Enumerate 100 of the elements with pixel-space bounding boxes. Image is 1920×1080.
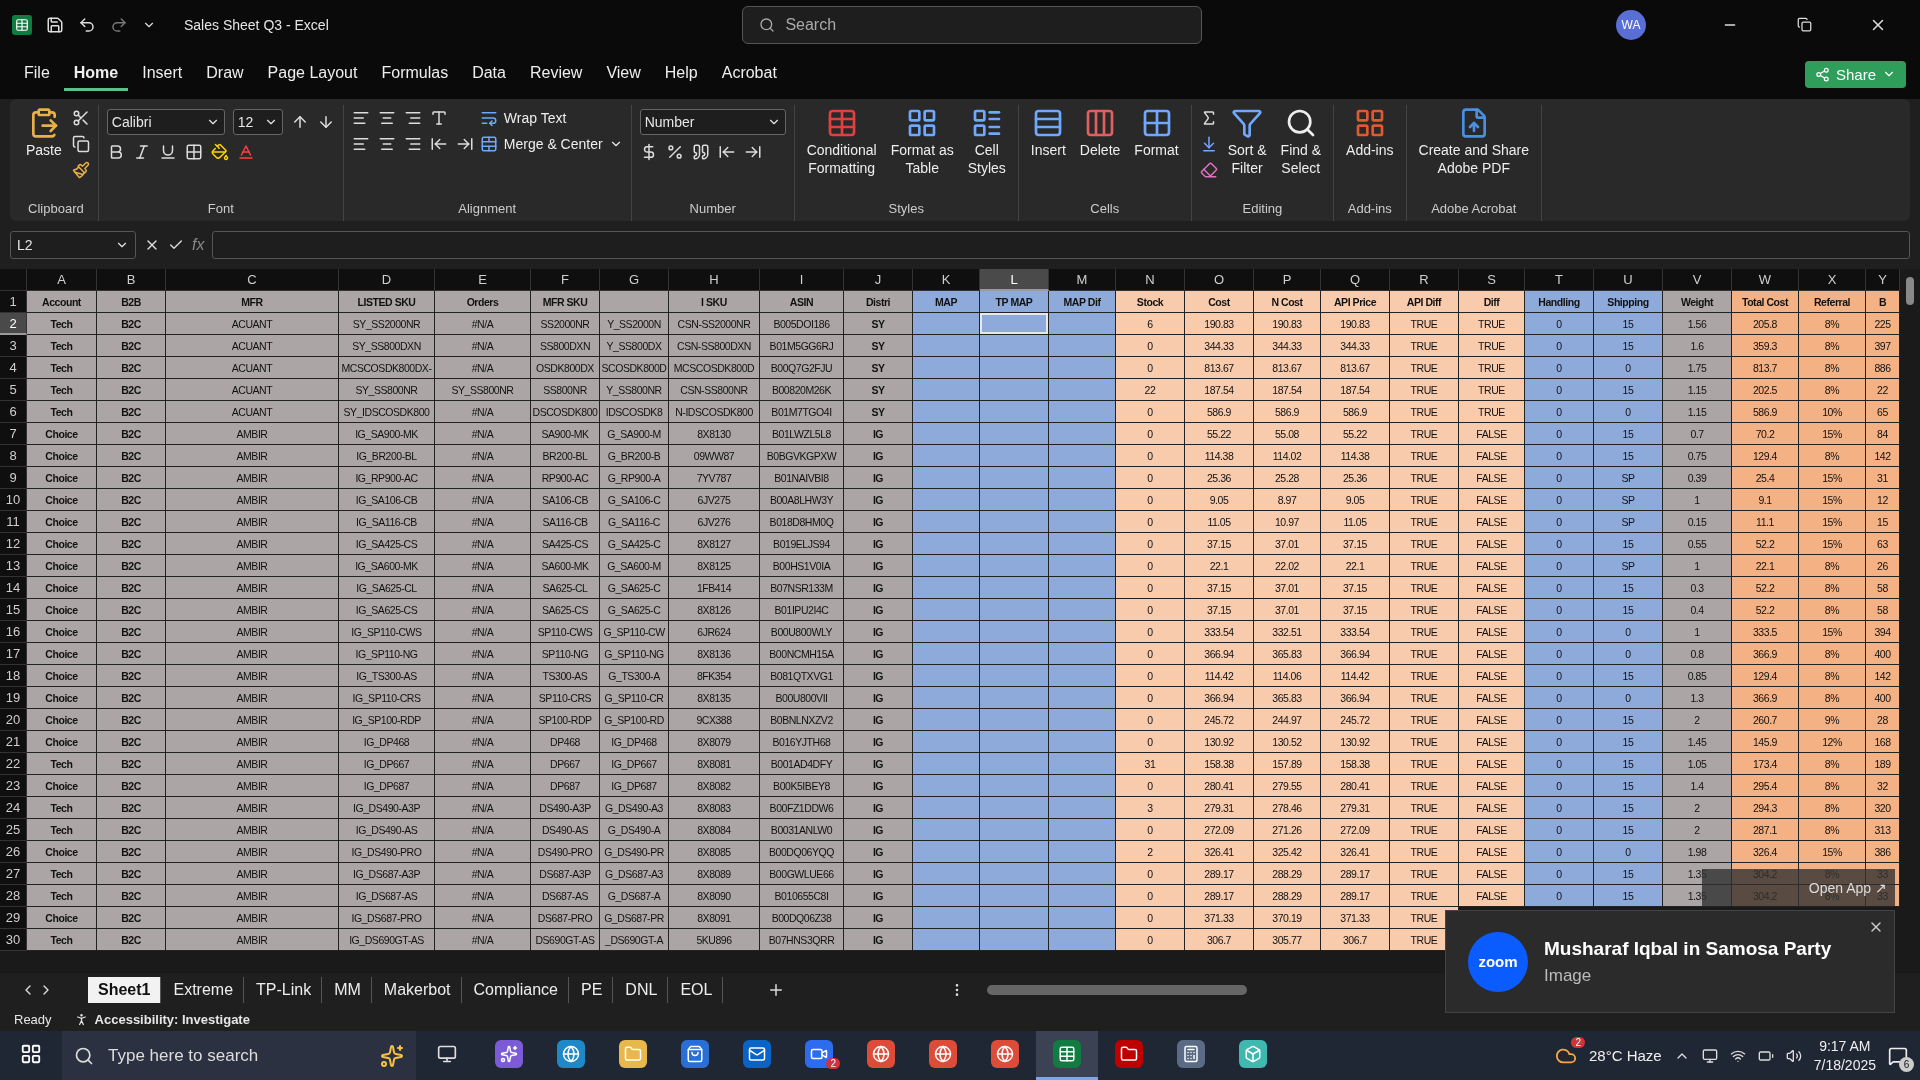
column-header[interactable]: V xyxy=(1663,269,1732,291)
column-header[interactable]: C xyxy=(166,269,339,291)
row-header[interactable]: 3 xyxy=(0,335,27,357)
number-format-field[interactable]: Number xyxy=(639,109,786,135)
underline-icon[interactable] xyxy=(158,143,177,161)
weather-text[interactable]: 28°C Haze xyxy=(1589,1047,1662,1064)
align-left-icon[interactable] xyxy=(351,135,370,153)
save-icon[interactable] xyxy=(46,15,64,34)
row-header[interactable]: 12 xyxy=(0,533,27,555)
copy-icon[interactable] xyxy=(71,135,90,153)
row-header[interactable]: 26 xyxy=(0,841,27,863)
taskbar-search-field[interactable]: Type here to search xyxy=(62,1031,416,1080)
sheet-tab[interactable]: DNL xyxy=(615,977,669,1003)
sheet-tab[interactable]: Extreme xyxy=(163,977,245,1003)
sheet-tab[interactable]: EOL xyxy=(670,977,724,1003)
create-pdf-button[interactable]: Create and Share Adobe PDF xyxy=(1414,105,1534,179)
menu-tab[interactable]: Home xyxy=(63,57,129,91)
delete-button[interactable]: Delete xyxy=(1075,105,1125,162)
row-header[interactable]: 30 xyxy=(0,929,27,951)
formula-field[interactable] xyxy=(212,231,1910,259)
align-middle-icon[interactable] xyxy=(377,109,396,127)
row-header[interactable]: 27 xyxy=(0,863,27,885)
column-header[interactable]: Q xyxy=(1321,269,1390,291)
row-header[interactable]: 20 xyxy=(0,709,27,731)
row-header[interactable]: 24 xyxy=(0,797,27,819)
menu-tab[interactable]: Help xyxy=(654,57,708,91)
column-header[interactable]: P xyxy=(1254,269,1321,291)
find-select-button[interactable]: Find & Select xyxy=(1276,105,1326,179)
search-field[interactable]: Search xyxy=(742,5,1203,44)
sheet-tab[interactable]: Sheet1 xyxy=(88,977,162,1003)
row-header[interactable]: 17 xyxy=(0,643,27,665)
column-header[interactable]: J xyxy=(844,269,913,291)
notification-toast[interactable]: zoom Musharaf Iqbal in Samosa Party Image xyxy=(1445,910,1895,1013)
align-top-icon[interactable] xyxy=(351,109,370,127)
volume-icon[interactable] xyxy=(1785,1047,1802,1064)
undo-icon[interactable] xyxy=(78,15,96,34)
row-header[interactable]: 19 xyxy=(0,687,27,709)
column-header[interactable]: S xyxy=(1459,269,1525,291)
font-name-field[interactable]: Calibri xyxy=(106,109,225,135)
column-header[interactable]: Y xyxy=(1866,269,1900,291)
row-header[interactable]: 23 xyxy=(0,775,27,797)
sheet-tab[interactable]: TP-Link xyxy=(246,977,323,1003)
menu-tab[interactable]: Review xyxy=(519,57,593,91)
column-header[interactable]: G xyxy=(600,269,669,291)
align-center-icon[interactable] xyxy=(377,135,396,153)
paste-button[interactable]: Paste xyxy=(22,105,66,162)
row-header[interactable]: 28 xyxy=(0,885,27,907)
excel-app-icon[interactable] xyxy=(1036,1031,1098,1080)
column-header[interactable]: B xyxy=(97,269,166,291)
row-header[interactable]: 25 xyxy=(0,819,27,841)
column-header[interactable]: A xyxy=(27,269,97,291)
row-header[interactable]: 7 xyxy=(0,423,27,445)
insert-function-button[interactable]: fx xyxy=(192,236,205,254)
conditional-formatting-button[interactable]: Conditional Formatting xyxy=(802,105,881,179)
column-header[interactable]: W xyxy=(1732,269,1799,291)
menu-tab[interactable]: Acrobat xyxy=(711,57,787,91)
font-color-icon[interactable] xyxy=(236,143,255,161)
column-header[interactable]: X xyxy=(1799,269,1866,291)
row-header[interactable]: 15 xyxy=(0,599,27,621)
menu-tab[interactable]: Data xyxy=(462,57,516,91)
sort-filter-button[interactable]: Sort & Filter xyxy=(1223,105,1271,179)
row-header[interactable]: 29 xyxy=(0,907,27,929)
row-header[interactable]: 13 xyxy=(0,555,27,577)
menu-tab[interactable]: Insert xyxy=(132,57,193,91)
column-header[interactable]: L xyxy=(980,269,1049,291)
column-header[interactable]: H xyxy=(669,269,760,291)
row-header[interactable]: 22 xyxy=(0,753,27,775)
row-header[interactable]: 2 xyxy=(0,313,27,335)
column-header[interactable]: F xyxy=(531,269,600,291)
paintbrush-icon[interactable] xyxy=(71,161,90,179)
font-size-field[interactable]: 12 xyxy=(232,109,283,135)
row-header[interactable]: 18 xyxy=(0,665,27,687)
column-header[interactable]: D xyxy=(339,269,435,291)
row-header[interactable]: 11 xyxy=(0,511,27,533)
monitor-icon[interactable] xyxy=(1701,1047,1718,1064)
horizontal-scrollbar[interactable] xyxy=(987,985,1248,995)
clock[interactable]: 9:17 AM 7/18/2025 xyxy=(1813,1037,1876,1074)
user-avatar[interactable]: WA xyxy=(1616,9,1646,40)
fill-color-icon[interactable] xyxy=(210,143,229,161)
column-header[interactable]: R xyxy=(1390,269,1459,291)
align-bottom-icon[interactable] xyxy=(403,109,422,127)
format-button[interactable]: Format xyxy=(1130,105,1183,162)
menu-tab[interactable]: File xyxy=(14,57,60,91)
add-ins-button[interactable]: Add-ins xyxy=(1342,105,1398,162)
column-header[interactable]: I xyxy=(760,269,844,291)
scissors-icon[interactable] xyxy=(71,109,90,127)
merge-center-button[interactable]: Merge & Center xyxy=(479,135,623,153)
menu-tab[interactable]: Formulas xyxy=(371,57,459,91)
sheet-tab[interactable]: Makerbot xyxy=(373,977,462,1003)
row-header[interactable]: 1 xyxy=(0,291,27,313)
row-header[interactable]: 16 xyxy=(0,621,27,643)
row-header[interactable]: 8 xyxy=(0,445,27,467)
row-header[interactable]: 21 xyxy=(0,731,27,753)
format-as-table-button[interactable]: Format as Table xyxy=(886,105,958,179)
column-header[interactable]: E xyxy=(435,269,531,291)
column-header[interactable]: K xyxy=(913,269,980,291)
row-header[interactable]: 9 xyxy=(0,467,27,489)
redo-icon[interactable] xyxy=(110,15,128,34)
outdent-icon[interactable] xyxy=(429,135,448,153)
column-header[interactable]: M xyxy=(1049,269,1116,291)
